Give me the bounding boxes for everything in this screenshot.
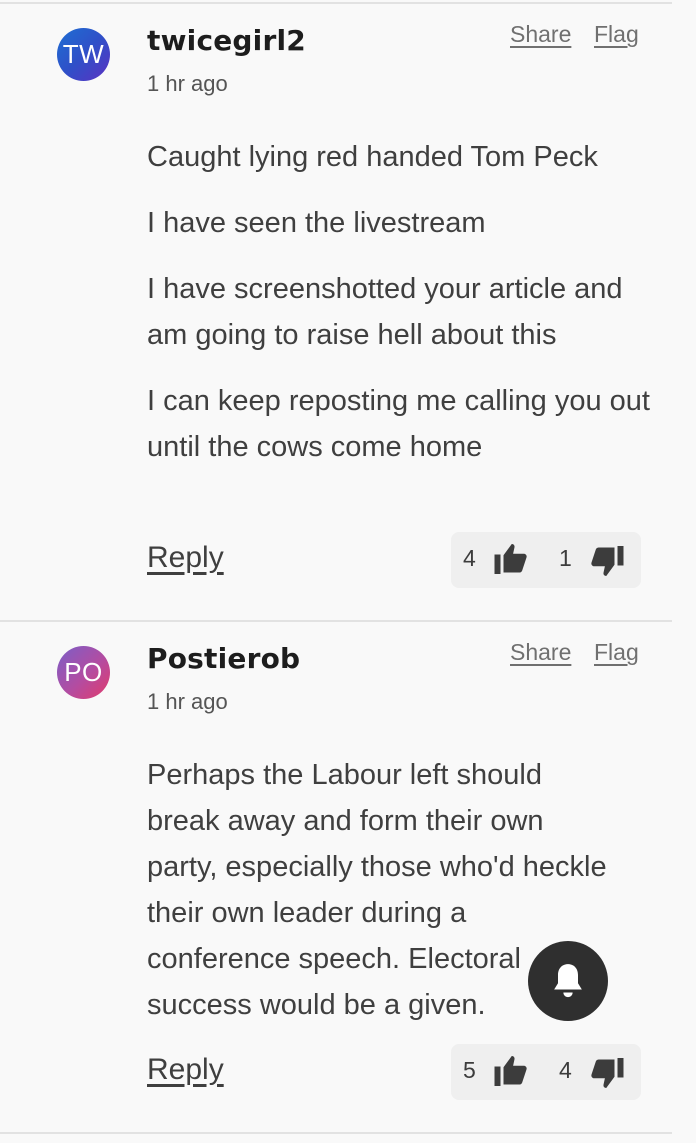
reply-button[interactable]: Reply [147,1053,224,1087]
thumbs-up-icon[interactable] [493,541,529,577]
comment-item: PO Postierob 1 hr ago Share Flag Perhaps… [0,620,696,1132]
flag-link[interactable]: Flag [594,21,639,48]
reply-button[interactable]: Reply [147,541,224,575]
share-link[interactable]: Share [510,21,571,48]
comment-paragraph: I can keep reposting me calling you out … [147,385,650,463]
thumbs-down-icon[interactable] [589,543,625,579]
comment-paragraph: I have screenshotted your article and am… [147,273,623,351]
username[interactable]: twicegirl2 [147,24,306,57]
divider [0,1132,672,1134]
upvote-count: 4 [463,545,476,571]
thumbs-down-icon[interactable] [589,1055,625,1091]
timestamp: 1 hr ago [147,71,228,96]
thumbs-up-icon[interactable] [493,1053,529,1089]
vote-bar: 5 4 [451,1044,641,1100]
downvote-count: 1 [559,545,572,571]
timestamp: 1 hr ago [147,689,228,714]
upvote-count: 5 [463,1057,476,1083]
flag-link[interactable]: Flag [594,639,639,666]
comment-item: TW twicegirl2 1 hr ago Share Flag Caught… [0,0,696,620]
comment-paragraph: Caught lying red handed Tom Peck [147,141,598,173]
share-link[interactable]: Share [510,639,571,666]
bell-icon [554,964,582,998]
avatar-initials: TW [62,39,105,69]
comment-body: Caught lying red handed Tom Peck I have … [147,134,667,490]
comments-page: TW twicegirl2 1 hr ago Share Flag Caught… [0,0,696,1143]
avatar[interactable]: TW [57,28,110,81]
downvote-count: 4 [559,1057,572,1083]
avatar-initials: PO [64,657,103,687]
username[interactable]: Postierob [147,642,300,675]
avatar[interactable]: PO [57,646,110,699]
comment-paragraph: I have seen the livestream [147,207,486,239]
vote-bar: 4 1 [451,532,641,588]
notification-button[interactable] [528,941,608,1021]
